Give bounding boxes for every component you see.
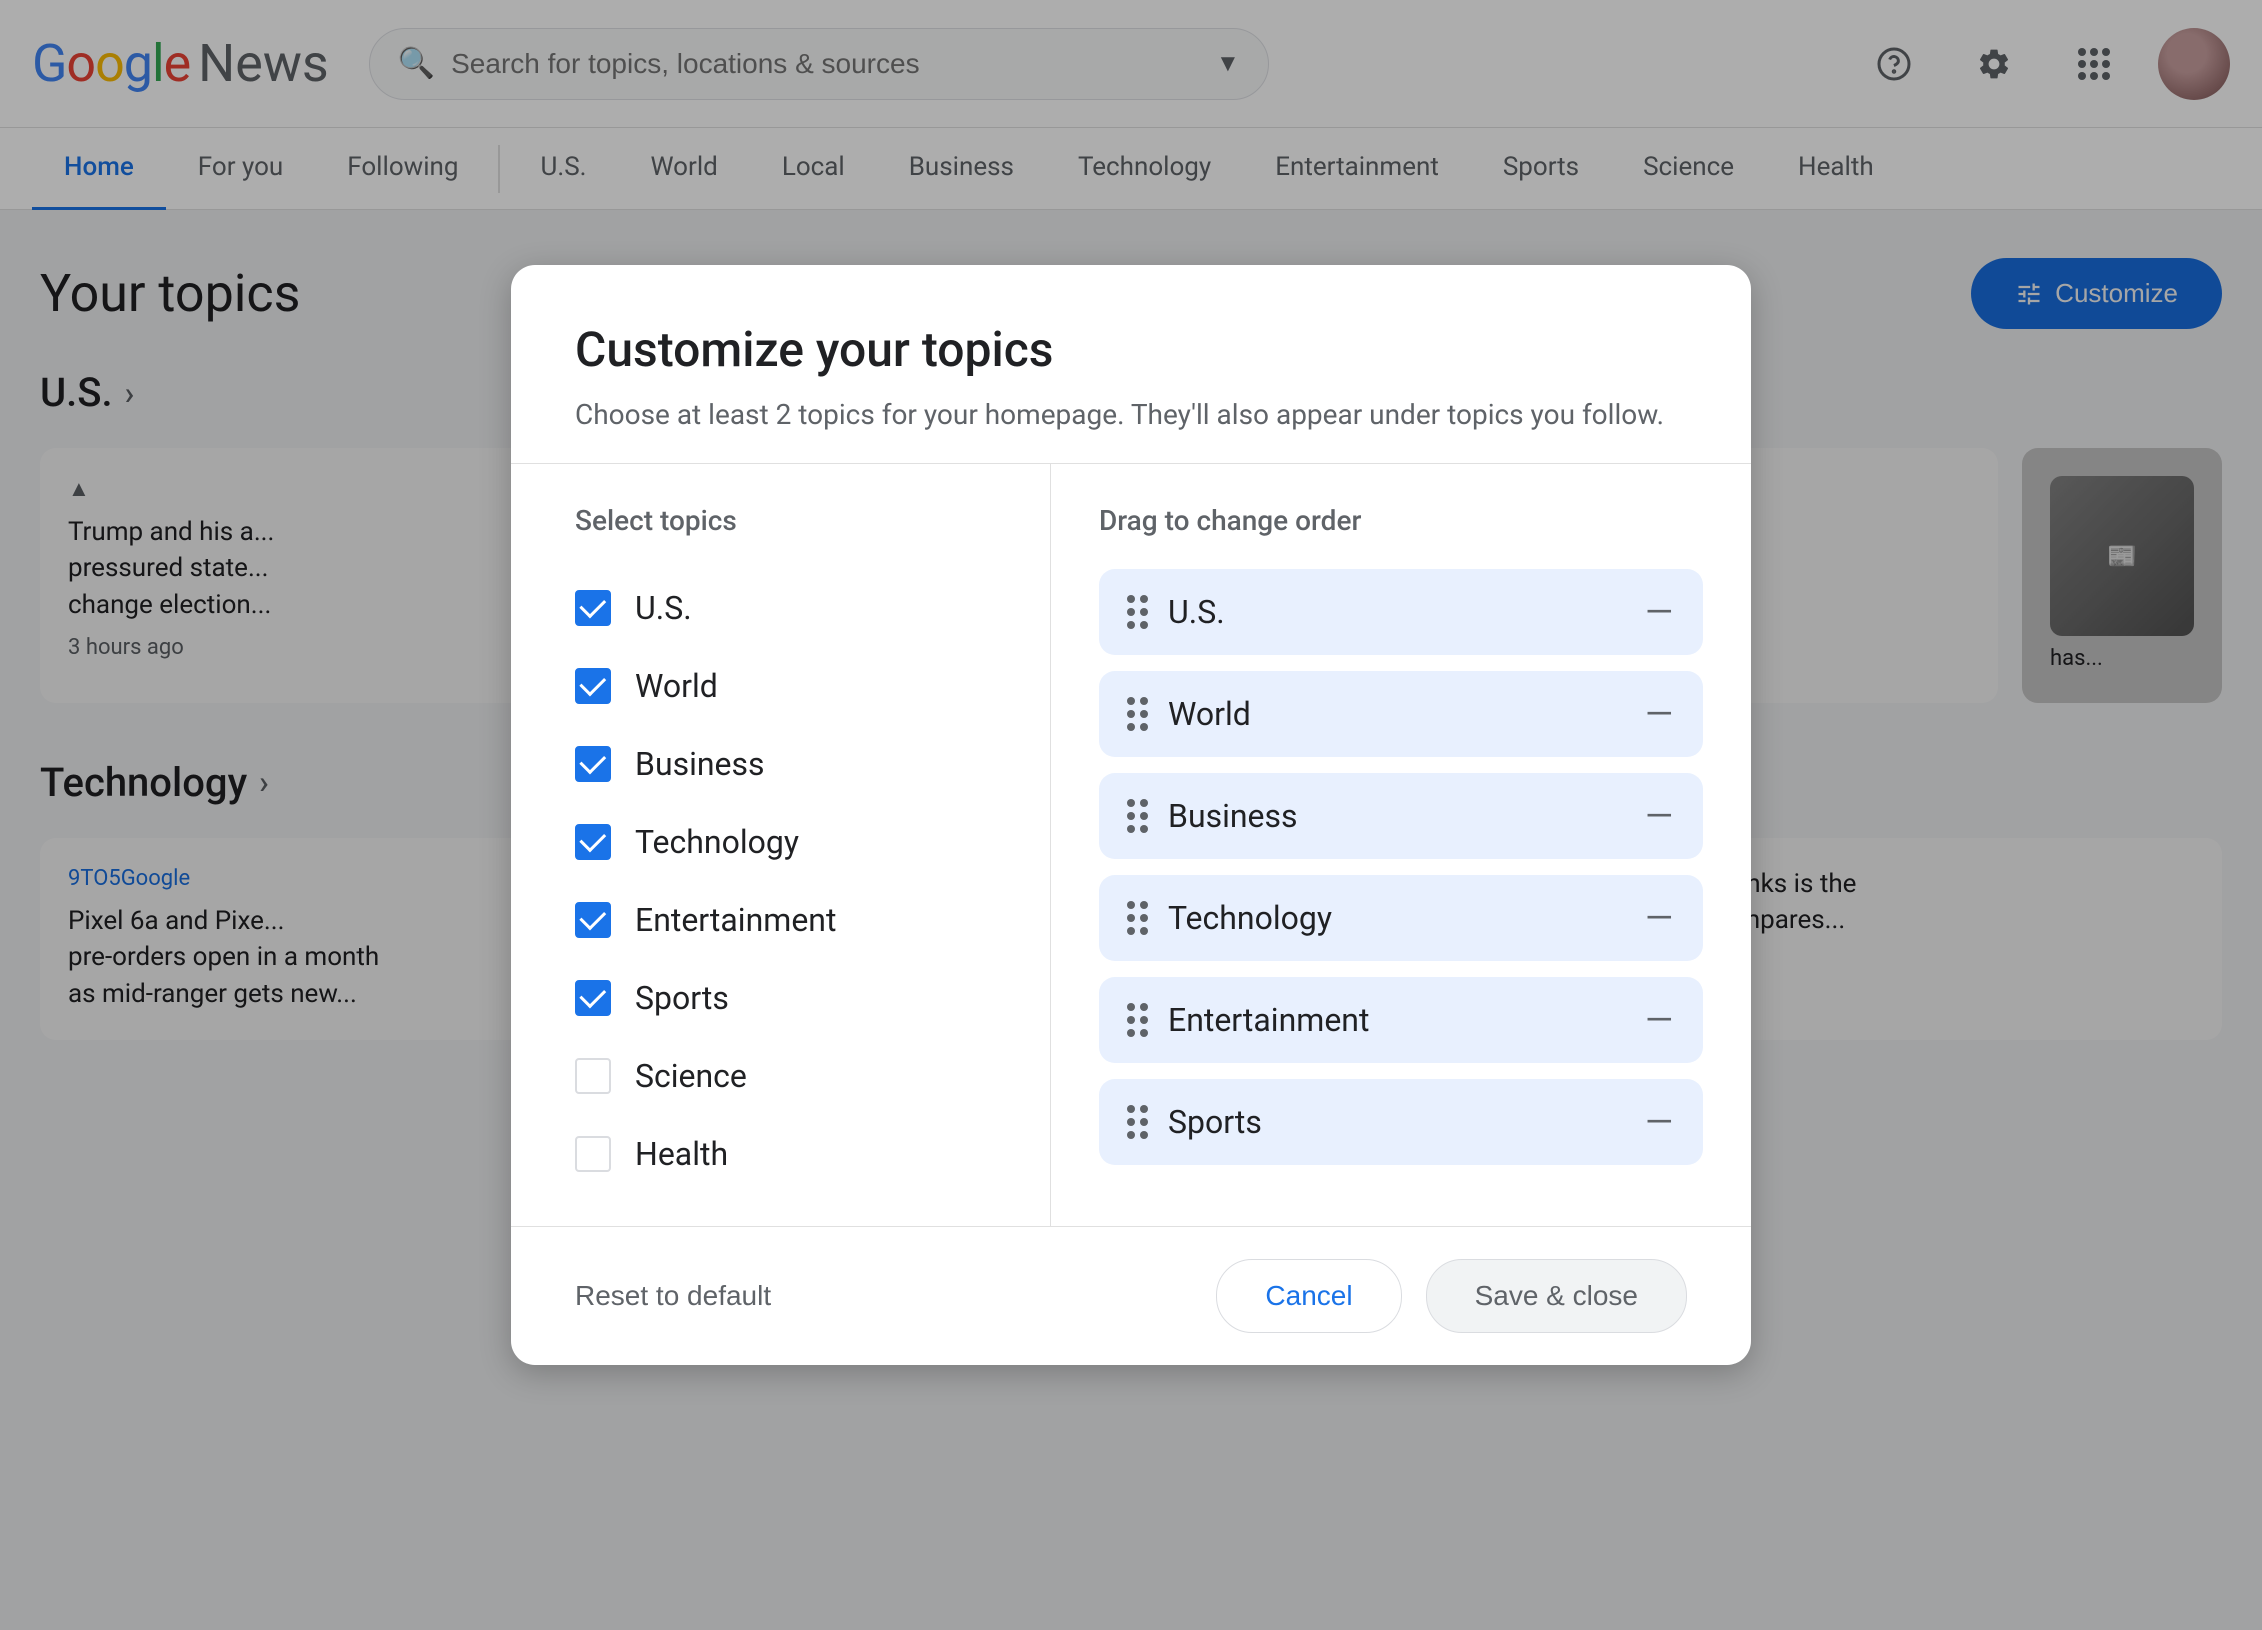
remove-sports-button[interactable]: —	[1643, 1106, 1675, 1138]
drag-handle-icon	[1127, 1003, 1148, 1037]
topic-checkbox-world[interactable]	[575, 668, 611, 704]
topic-label-business: Business	[635, 745, 765, 783]
drag-handle-icon	[1127, 1105, 1148, 1139]
topic-row-health[interactable]: Health	[575, 1115, 986, 1193]
drag-item-entertainment[interactable]: Entertainment —	[1099, 977, 1703, 1063]
topic-label-us: U.S.	[635, 589, 692, 627]
modal-header: Customize your topics Choose at least 2 …	[511, 265, 1751, 463]
order-col-header: Drag to change order	[1099, 504, 1703, 537]
topic-row-sports[interactable]: Sports	[575, 959, 986, 1037]
topic-label-science: Science	[635, 1057, 747, 1095]
modal-footer: Reset to default Cancel Save & close	[511, 1226, 1751, 1365]
topic-checkbox-health[interactable]	[575, 1136, 611, 1172]
topic-label-entertainment: Entertainment	[635, 901, 836, 939]
drag-label-sports: Sports	[1168, 1103, 1623, 1141]
topic-row-technology[interactable]: Technology	[575, 803, 986, 881]
save-close-button[interactable]: Save & close	[1426, 1259, 1687, 1333]
drag-label-business: Business	[1168, 797, 1623, 835]
drag-label-us: U.S.	[1168, 593, 1623, 631]
topic-label-technology: Technology	[635, 823, 799, 861]
remove-world-button[interactable]: —	[1643, 698, 1675, 730]
drag-label-world: World	[1168, 695, 1623, 733]
drag-handle-icon	[1127, 799, 1148, 833]
topic-checkbox-science[interactable]	[575, 1058, 611, 1094]
modal-title: Customize your topics	[575, 321, 1687, 378]
topic-row-science[interactable]: Science	[575, 1037, 986, 1115]
topic-label-health: Health	[635, 1135, 728, 1173]
drag-handle-icon	[1127, 595, 1148, 629]
topics-select-panel: Select topics U.S. World Business Techno…	[511, 464, 1051, 1226]
topic-row-us[interactable]: U.S.	[575, 569, 986, 647]
select-col-header: Select topics	[575, 504, 986, 537]
topic-row-world[interactable]: World	[575, 647, 986, 725]
drag-item-business[interactable]: Business —	[1099, 773, 1703, 859]
drag-handle-icon	[1127, 697, 1148, 731]
cancel-button[interactable]: Cancel	[1216, 1259, 1401, 1333]
remove-technology-button[interactable]: —	[1643, 902, 1675, 934]
footer-buttons: Cancel Save & close	[1216, 1259, 1687, 1333]
drag-handle-icon	[1127, 901, 1148, 935]
remove-business-button[interactable]: —	[1643, 800, 1675, 832]
topic-row-business[interactable]: Business	[575, 725, 986, 803]
topic-label-world: World	[635, 667, 718, 705]
topic-row-entertainment[interactable]: Entertainment	[575, 881, 986, 959]
topic-checkbox-sports[interactable]	[575, 980, 611, 1016]
topics-order-panel: Drag to change order U.S. —	[1051, 464, 1751, 1226]
drag-label-technology: Technology	[1168, 899, 1623, 937]
reset-button[interactable]: Reset to default	[575, 1280, 771, 1312]
modal-body: Select topics U.S. World Business Techno…	[511, 463, 1751, 1226]
customize-modal: Customize your topics Choose at least 2 …	[511, 265, 1751, 1365]
topic-checkbox-business[interactable]	[575, 746, 611, 782]
drag-item-sports[interactable]: Sports —	[1099, 1079, 1703, 1165]
topic-checkbox-technology[interactable]	[575, 824, 611, 860]
drag-item-us[interactable]: U.S. —	[1099, 569, 1703, 655]
drag-item-world[interactable]: World —	[1099, 671, 1703, 757]
modal-subtitle: Choose at least 2 topics for your homepa…	[575, 398, 1687, 431]
topic-label-sports: Sports	[635, 979, 729, 1017]
topic-checkbox-us[interactable]	[575, 590, 611, 626]
drag-item-technology[interactable]: Technology —	[1099, 875, 1703, 961]
modal-overlay: Customize your topics Choose at least 2 …	[0, 0, 2262, 1630]
remove-us-button[interactable]: —	[1643, 596, 1675, 628]
remove-entertainment-button[interactable]: —	[1643, 1004, 1675, 1036]
drag-label-entertainment: Entertainment	[1168, 1001, 1623, 1039]
topic-checkbox-entertainment[interactable]	[575, 902, 611, 938]
